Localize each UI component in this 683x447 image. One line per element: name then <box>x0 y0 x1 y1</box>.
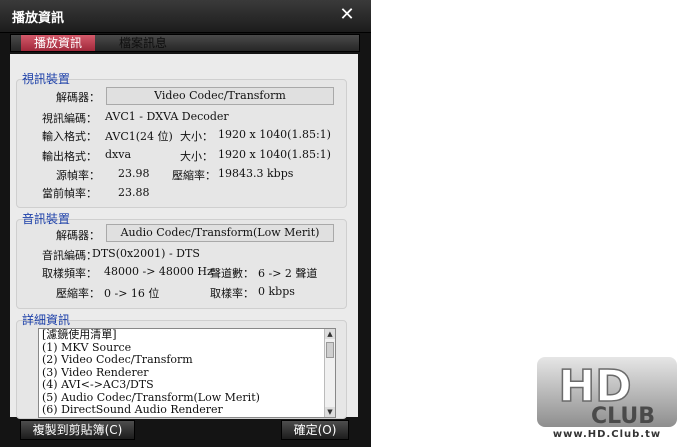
source-fps-value: 23.98 <box>118 167 150 180</box>
current-fps-label: 當前幀率： <box>42 187 97 200</box>
output-format-value: dxva <box>105 148 132 161</box>
video-codec-label: 視訊編碼： <box>42 112 97 125</box>
details-section-title: 詳細資訊 <box>22 313 71 327</box>
audio-codec-value: DTS(0x2001) - DTS <box>92 247 200 260</box>
video-decoder-label: 解碼器： <box>56 91 100 104</box>
title-bar[interactable]: 播放資訊 ✕ <box>0 0 371 33</box>
scroll-thumb[interactable] <box>326 342 334 358</box>
output-format-label: 輸出格式： <box>42 150 97 163</box>
scroll-up-icon[interactable]: ▲ <box>325 329 335 339</box>
playback-info-dialog: 播放資訊 ✕ 播放資訊 檔案訊息 視訊裝置 解碼器： Video Codec/T… <box>0 0 371 447</box>
output-size-label: 大小： <box>180 150 213 163</box>
tab-playback-info[interactable]: 播放資訊 <box>21 35 95 51</box>
filter-list-item: (6) DirectSound Audio Renderer <box>42 403 223 416</box>
filter-list-scrollbar[interactable]: ▲ ▼ <box>324 329 335 417</box>
ok-button[interactable]: 確定(O) <box>281 420 349 440</box>
close-icon[interactable]: ✕ <box>337 5 357 25</box>
video-codec-value: AVC1 - DXVA Decoder <box>105 110 229 123</box>
input-size-value: 1920 x 1040(1.85:1) <box>218 128 331 141</box>
filter-list[interactable]: [濾鏡使用清單] (1) MKV Source (2) Video Codec/Tr… <box>38 328 336 418</box>
channels-label: 聲道數： <box>210 267 254 280</box>
current-fps-value: 23.88 <box>118 186 150 199</box>
filter-list-item: (4) AVI<->AC3/DTS <box>42 378 154 391</box>
audio-compress-label: 壓縮率： <box>56 287 100 300</box>
sample-freq-label: 取樣頻率： <box>42 267 97 280</box>
window-title: 播放資訊 <box>12 11 65 26</box>
input-format-value: AVC1(24 位) <box>105 130 173 143</box>
scroll-down-icon[interactable]: ▼ <box>325 407 335 417</box>
output-size-value: 1920 x 1040(1.85:1) <box>218 148 331 161</box>
input-size-label: 大小： <box>180 130 213 143</box>
tab-file-info[interactable]: 檔案訊息 <box>103 35 183 51</box>
source-fps-label: 源幀率： <box>56 169 100 182</box>
hdclub-watermark-logo: HD CLUB www.HD.Club.tw <box>537 357 677 439</box>
video-section-title: 視訊裝置 <box>22 72 71 86</box>
copy-to-clipboard-button[interactable]: 複製到剪貼簿(C) <box>20 420 135 440</box>
bitrate-value: 19843.3 kbps <box>218 167 294 180</box>
bitrate-label: 壓縮率： <box>172 169 216 182</box>
audio-decoder-label: 解碼器： <box>56 229 100 242</box>
video-decoder-field: Video Codec/Transform <box>106 87 334 105</box>
filter-list-item: [濾鏡使用清單] <box>42 328 117 341</box>
audio-compress-value: 0 -> 16 位 <box>104 287 160 300</box>
audio-decoder-field: Audio Codec/Transform(Low Merit) <box>106 224 334 242</box>
logo-sub-text: CLUB <box>591 404 655 429</box>
input-format-label: 輸入格式： <box>42 130 97 143</box>
audio-section-title: 音訊裝置 <box>22 212 71 226</box>
logo-url-text: www.HD.Club.tw <box>553 429 661 439</box>
tab-bar: 播放資訊 檔案訊息 <box>10 34 360 52</box>
audio-codec-label: 音訊編碼： <box>42 249 97 262</box>
sample-freq-value: 48000 -> 48000 Hz <box>104 265 213 278</box>
audio-sample-rate-value: 0 kbps <box>258 285 295 298</box>
audio-sample-rate-label: 取樣率： <box>210 287 254 300</box>
filter-list-item: (2) Video Codec/Transform <box>42 353 193 366</box>
channels-value: 6 -> 2 聲道 <box>258 267 318 280</box>
